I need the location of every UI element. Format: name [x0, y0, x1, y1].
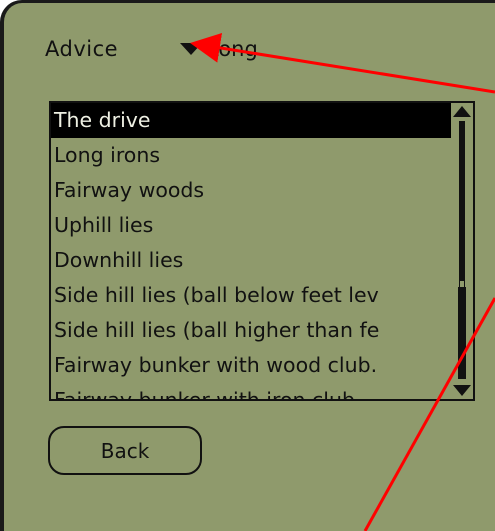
scrollbar-thumb[interactable] — [458, 287, 466, 379]
palm-screen: Advice Long The drive Long irons Fairway w… — [0, 0, 495, 531]
page-title: Advice — [45, 37, 119, 61]
advice-list[interactable]: The drive Long irons Fairway woods Uphill l… — [49, 101, 475, 401]
back-button[interactable]: Back — [48, 426, 202, 475]
list-item[interactable]: Fairway bunker with wood club. — [51, 348, 451, 383]
category-dropdown[interactable]: Long — [180, 37, 258, 61]
scrollbar[interactable] — [451, 103, 473, 399]
list-item[interactable]: Downhill lies — [51, 243, 451, 278]
list-item[interactable]: Uphill lies — [51, 208, 451, 243]
advice-list-rows: The drive Long irons Fairway woods Uphill l… — [51, 103, 451, 399]
list-item[interactable]: Side hill lies (ball below feet lev — [51, 278, 451, 313]
list-item[interactable]: The drive — [51, 103, 451, 138]
list-item[interactable]: Fairway bunker with iron club. — [51, 383, 451, 399]
list-item[interactable]: Side hill lies (ball higher than fe — [51, 313, 451, 348]
category-value[interactable]: Long — [207, 37, 258, 61]
triangle-down-icon[interactable] — [180, 43, 202, 55]
scroll-up-arrow-icon[interactable] — [453, 106, 471, 117]
scroll-down-arrow-icon[interactable] — [453, 385, 471, 396]
list-item[interactable]: Long irons — [51, 138, 451, 173]
list-item[interactable]: Fairway woods — [51, 173, 451, 208]
